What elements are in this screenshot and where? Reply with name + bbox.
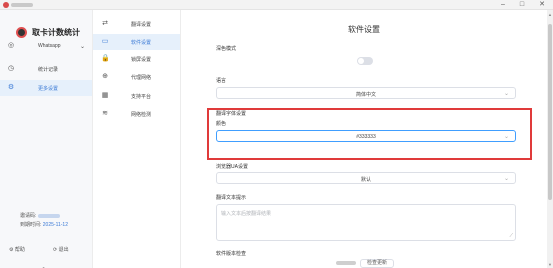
toggle-knob	[358, 58, 364, 64]
browser-ua-label: 浏览器UA设置	[216, 164, 248, 170]
chevron-down-icon: ⌄	[503, 176, 509, 182]
whatsapp-icon: ◎	[7, 42, 15, 49]
translate-font-section-label: 翻译字体设置	[216, 111, 247, 117]
main-scrollbar[interactable]: ▲ ▼	[547, 10, 553, 268]
scroll-up-icon[interactable]: ▲	[547, 12, 553, 17]
app-title: 取卡计数统计	[32, 27, 80, 37]
version-check-label: 软件版本检查	[216, 251, 247, 257]
check-update-button[interactable]: 检查更新	[360, 259, 394, 268]
settings-subnav: ⇄ 翻译设置 ▭ 软件设置 🔒 锁屏设置 ⊕ 代理网络 ▦ 支持平台 ≋ 网络检…	[93, 10, 181, 268]
settings-main-panel: 软件设置 深色模式 语言 简体中文 ⌄ 翻译字体设置 颜色 #333333 ⌄ …	[181, 10, 547, 268]
subnav-item-software[interactable]: ▭ 软件设置	[93, 34, 180, 50]
expire-label: 到期时间:	[20, 222, 42, 228]
help-button[interactable]: ⚙ 帮助	[9, 246, 25, 253]
translate-text-textarea[interactable]: 输入文本后按翻译结果 ⟋	[216, 204, 516, 241]
sidebar-item-more-settings[interactable]: ⚙ 更多设置	[0, 80, 92, 96]
color-label: 颜色	[216, 121, 227, 127]
sidebar-item-history[interactable]: ◷ 统计记录	[0, 61, 92, 77]
app-icon	[3, 2, 9, 8]
subnav-item-label: 支持平台	[131, 94, 152, 100]
close-button[interactable]: ✕	[533, 0, 551, 10]
wifi-icon: ≋	[102, 110, 108, 117]
window-title-blurred	[11, 3, 33, 7]
account-label: 邀请码:	[20, 213, 37, 219]
left-sidebar: 取卡计数统计 ◎ Whatsapp ⌄ ◷ 统计记录 ⚙ 更多设置 邀请码: 到…	[0, 10, 93, 268]
subnav-item-network-check[interactable]: ≋ 网络检测	[93, 106, 180, 122]
monitor-icon: ▭	[101, 38, 109, 45]
minimize-button[interactable]: –	[494, 0, 512, 10]
color-select[interactable]: #333333 ⌄	[216, 130, 516, 142]
browser-ua-select[interactable]: 默认 ⌄	[216, 172, 516, 184]
version-value-blurred	[336, 261, 356, 265]
resize-handle-icon[interactable]: ⟋	[509, 233, 513, 239]
subnav-item-label: 锁屏设置	[131, 57, 152, 63]
account-value-blurred	[37, 213, 60, 218]
sidebar-item-label: Whatsapp	[38, 43, 61, 49]
translate-icon: ⇄	[102, 20, 108, 27]
scrollbar-thumb[interactable]	[548, 24, 552, 200]
window-titlebar: – □ ✕	[0, 0, 553, 10]
subnav-item-lock[interactable]: 🔒 锁屏设置	[93, 51, 180, 67]
page-title: 软件设置	[348, 25, 380, 34]
grid-icon: ▦	[101, 92, 109, 99]
subnav-item-label: 翻译设置	[131, 22, 152, 28]
chevron-down-icon: ⌄	[80, 43, 86, 50]
language-label: 语言	[216, 78, 227, 84]
maximize-button[interactable]: □	[513, 0, 531, 10]
sidebar-item-label: 更多设置	[38, 85, 59, 92]
expire-info: 到期时间: 2025-11-12	[20, 221, 68, 228]
subnav-item-translate[interactable]: ⇄ 翻译设置	[93, 16, 180, 32]
logout-button[interactable]: ⟳ 退出	[53, 246, 69, 253]
subnav-item-label: 网络检测	[131, 112, 152, 118]
chevron-down-icon: ⌄	[503, 134, 509, 140]
subnav-item-proxy[interactable]: ⊕ 代理网络	[93, 69, 180, 85]
language-value: 简体中文	[355, 92, 376, 98]
browser-ua-value: 默认	[360, 177, 371, 183]
dark-mode-toggle[interactable]	[357, 57, 373, 65]
globe-icon: ⊕	[102, 73, 108, 80]
sidebar-item-label: 统计记录	[38, 66, 59, 73]
translate-text-label: 翻译文本提示	[216, 195, 247, 201]
history-icon: ◷	[7, 65, 15, 72]
dark-mode-label: 深色模式	[216, 46, 237, 52]
account-info: 邀请码:	[20, 212, 60, 219]
color-value: #333333	[356, 134, 376, 140]
subnav-item-label: 软件设置	[131, 40, 152, 46]
brand: 取卡计数统计	[16, 26, 80, 38]
lock-icon: 🔒	[101, 55, 110, 62]
expire-value: 2025-11-12	[42, 222, 68, 228]
scroll-down-icon[interactable]: ▼	[547, 262, 553, 267]
subnav-item-label: 代理网络	[131, 75, 152, 81]
gear-icon: ⚙	[7, 84, 15, 91]
textarea-placeholder: 输入文本后按翻译结果	[221, 211, 272, 217]
language-select[interactable]: 简体中文 ⌄	[216, 87, 516, 99]
subnav-item-platforms[interactable]: ▦ 支持平台	[93, 88, 180, 104]
app-logo	[16, 26, 27, 38]
sidebar-item-whatsapp[interactable]: ◎ Whatsapp ⌄	[0, 38, 92, 54]
chevron-down-icon: ⌄	[503, 91, 509, 97]
